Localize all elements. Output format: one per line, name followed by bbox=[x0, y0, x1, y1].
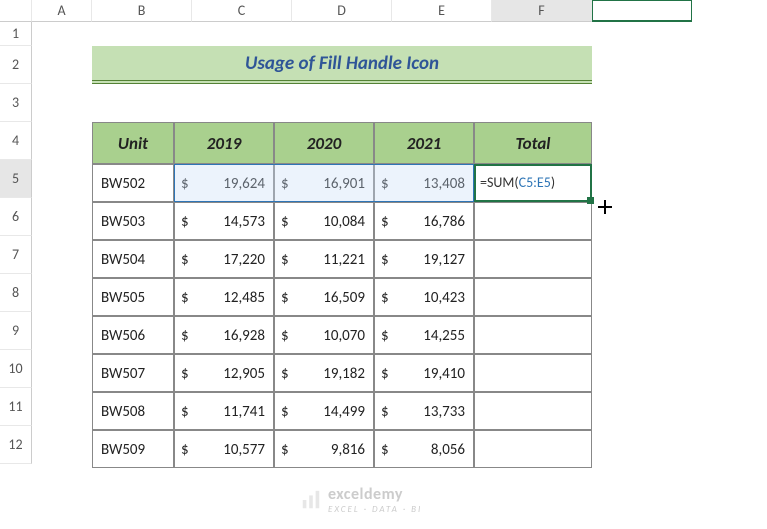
cell-unit[interactable]: BW506 bbox=[92, 316, 174, 354]
cell-2020[interactable]: $16,509 bbox=[274, 278, 374, 316]
table-row: BW507$12,905$19,182$19,410 bbox=[92, 354, 592, 392]
cell-unit[interactable]: BW505 bbox=[92, 278, 174, 316]
cell-2020[interactable]: $10,084 bbox=[274, 202, 374, 240]
row-headers: 1 2 3 4 5 6 7 8 9 10 11 12 bbox=[0, 22, 32, 464]
cell-2019[interactable]: $12,485 bbox=[174, 278, 274, 316]
table-row: BW505$12,485$16,509$10,423 bbox=[92, 278, 592, 316]
column-headers: A B C D E F bbox=[0, 0, 767, 22]
row-header-4[interactable]: 4 bbox=[0, 122, 32, 160]
fill-handle[interactable] bbox=[587, 197, 594, 204]
cell-2021[interactable]: $8,056 bbox=[374, 430, 474, 468]
cell-unit[interactable]: BW508 bbox=[92, 392, 174, 430]
cell-2019[interactable]: $16,928 bbox=[174, 316, 274, 354]
cell-2020[interactable]: $19,182 bbox=[274, 354, 374, 392]
cell-2020[interactable]: $16,901 bbox=[274, 164, 374, 202]
cell-2019[interactable]: $19,624 bbox=[174, 164, 274, 202]
cell-2021[interactable]: $19,410 bbox=[374, 354, 474, 392]
th-total[interactable]: Total bbox=[474, 122, 592, 164]
cell-total[interactable] bbox=[474, 354, 592, 392]
cell-2021[interactable]: $14,255 bbox=[374, 316, 474, 354]
cell-unit[interactable]: BW507 bbox=[92, 354, 174, 392]
fill-cursor-icon bbox=[598, 200, 612, 214]
cell-2020[interactable]: $9,816 bbox=[274, 430, 374, 468]
formula-text: =SUM(C5:E5) bbox=[480, 174, 555, 191]
cell-unit[interactable]: BW503 bbox=[92, 202, 174, 240]
cell-2021[interactable]: $13,408 bbox=[374, 164, 474, 202]
select-all-corner[interactable] bbox=[0, 0, 32, 22]
cell-unit[interactable]: BW504 bbox=[92, 240, 174, 278]
cell-2019[interactable]: $11,741 bbox=[174, 392, 274, 430]
cell-2021[interactable]: $13,733 bbox=[374, 392, 474, 430]
table-row: BW503$14,573$10,084$16,786 bbox=[92, 202, 592, 240]
page-title: Usage of Fill Handle Icon bbox=[92, 46, 592, 84]
th-2019[interactable]: 2019 bbox=[174, 122, 274, 164]
cell-2020[interactable]: $11,221 bbox=[274, 240, 374, 278]
row-header-1[interactable]: 1 bbox=[0, 22, 32, 46]
cell-total[interactable] bbox=[474, 430, 592, 468]
cell-total[interactable] bbox=[474, 202, 592, 240]
row-header-10[interactable]: 10 bbox=[0, 350, 32, 388]
row-header-12[interactable]: 12 bbox=[0, 426, 32, 464]
watermark: exceldemy EXCEL · DATA · BI bbox=[300, 485, 422, 515]
row-header-9[interactable]: 9 bbox=[0, 312, 32, 350]
table-row: BW508$11,741$14,499$13,733 bbox=[92, 392, 592, 430]
cell-2019[interactable]: $10,577 bbox=[174, 430, 274, 468]
cell-unit[interactable]: BW509 bbox=[92, 430, 174, 468]
cell-2019[interactable]: $12,905 bbox=[174, 354, 274, 392]
row-header-3[interactable]: 3 bbox=[0, 84, 32, 122]
col-header-C[interactable]: C bbox=[192, 0, 292, 22]
th-2020[interactable]: 2020 bbox=[274, 122, 374, 164]
cell-2019[interactable]: $14,573 bbox=[174, 202, 274, 240]
col-header-E[interactable]: E bbox=[392, 0, 492, 22]
table-header-row: Unit 2019 2020 2021 Total bbox=[92, 122, 592, 164]
cell-total[interactable] bbox=[474, 278, 592, 316]
cell-total[interactable] bbox=[474, 316, 592, 354]
cell-2019[interactable]: $17,220 bbox=[174, 240, 274, 278]
table-row: BW509$10,577$9,816$8,056 bbox=[92, 430, 592, 468]
chart-icon bbox=[300, 489, 322, 511]
th-unit[interactable]: Unit bbox=[92, 122, 174, 164]
cell-2021[interactable]: $10,423 bbox=[374, 278, 474, 316]
row-header-2[interactable]: 2 bbox=[0, 46, 32, 84]
table-row: BW504$17,220$11,221$19,127 bbox=[92, 240, 592, 278]
cell-2021[interactable]: $16,786 bbox=[374, 202, 474, 240]
col-header-B[interactable]: B bbox=[92, 0, 192, 22]
cell-total[interactable] bbox=[474, 392, 592, 430]
col-header-D[interactable]: D bbox=[292, 0, 392, 22]
row-header-11[interactable]: 11 bbox=[0, 388, 32, 426]
cell-2020[interactable]: $14,499 bbox=[274, 392, 374, 430]
cell-unit[interactable]: BW502 bbox=[92, 164, 174, 202]
table-row: BW506$16,928$10,070$14,255 bbox=[92, 316, 592, 354]
col-header-F[interactable]: F bbox=[492, 0, 592, 22]
cell-2021[interactable]: $19,127 bbox=[374, 240, 474, 278]
th-2021[interactable]: 2021 bbox=[374, 122, 474, 164]
col-header-A[interactable]: A bbox=[32, 0, 92, 22]
cell-total[interactable] bbox=[474, 240, 592, 278]
row-header-8[interactable]: 8 bbox=[0, 274, 32, 312]
row-header-7[interactable]: 7 bbox=[0, 236, 32, 274]
cell-2020[interactable]: $10,070 bbox=[274, 316, 374, 354]
row-header-6[interactable]: 6 bbox=[0, 198, 32, 236]
active-cell[interactable]: =SUM(C5:E5) bbox=[474, 164, 592, 202]
row-header-5[interactable]: 5 bbox=[0, 160, 32, 198]
